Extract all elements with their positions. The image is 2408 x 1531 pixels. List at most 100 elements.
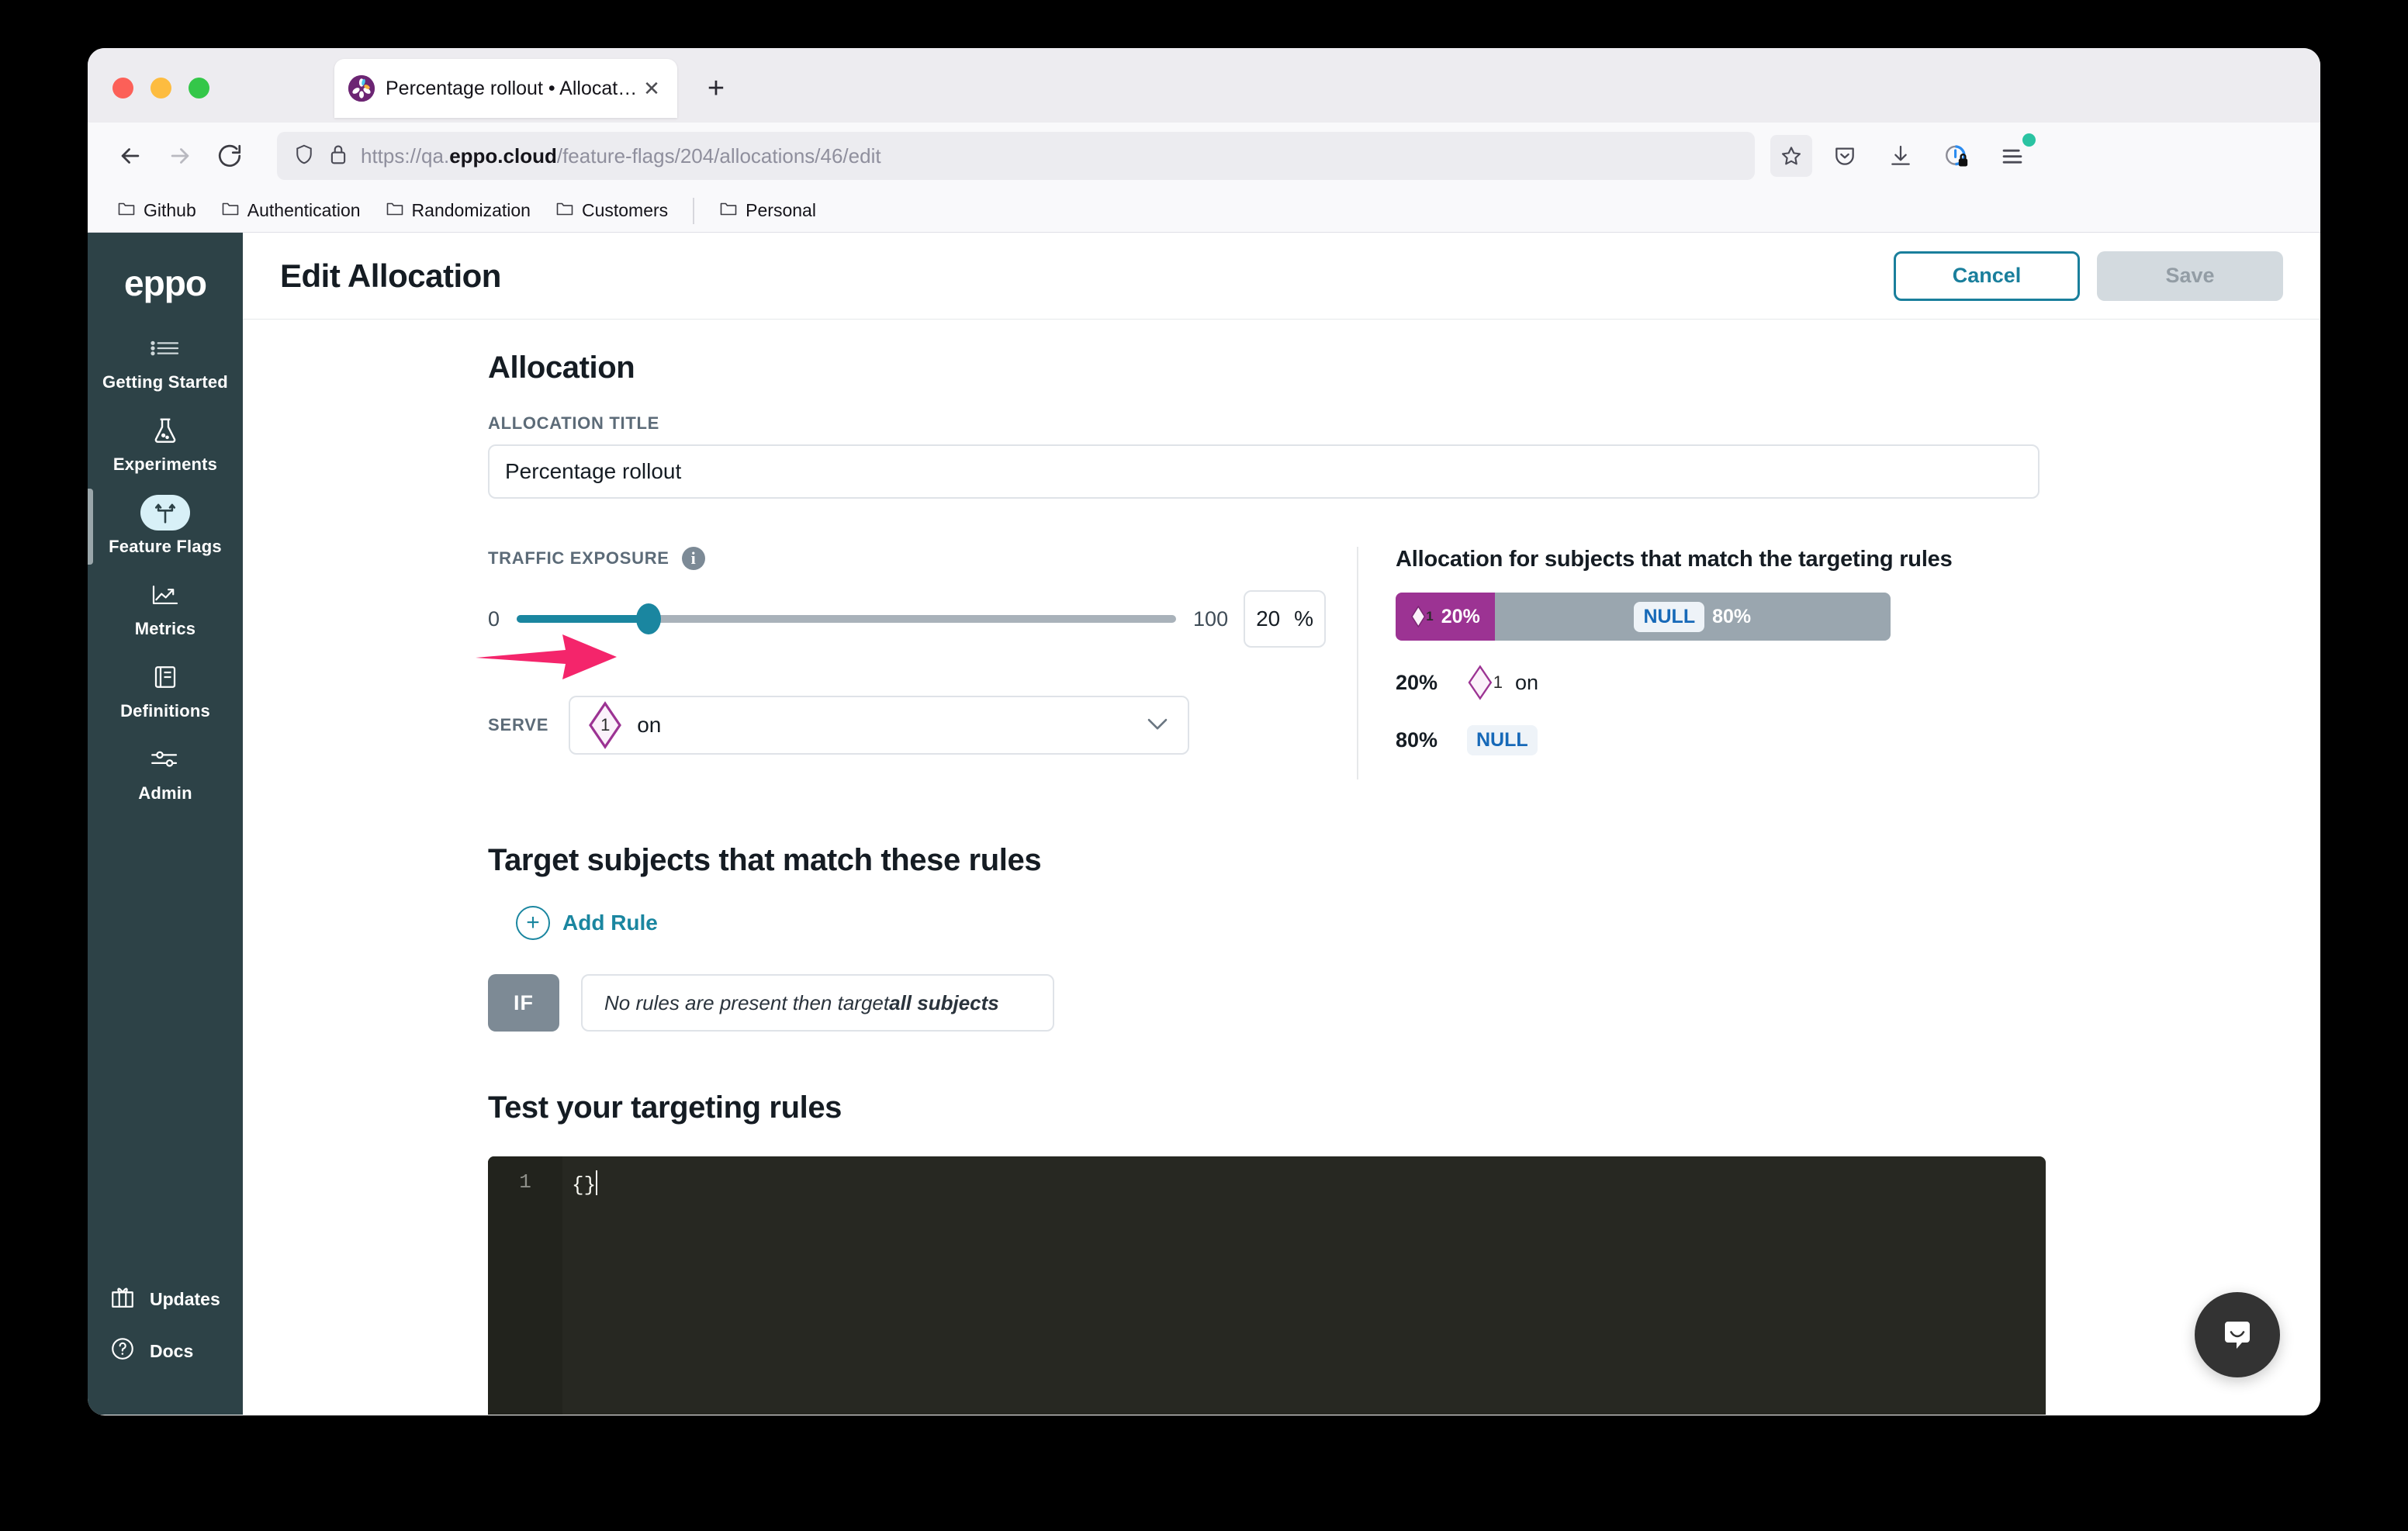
legend-variant-on: 1 on — [1467, 658, 1538, 707]
bookmark-star-icon[interactable] — [1770, 135, 1812, 177]
download-icon[interactable] — [1880, 136, 1921, 176]
save-button[interactable]: Save — [2097, 251, 2283, 301]
allocation-title-input[interactable]: Percentage rollout — [488, 444, 2040, 499]
allocation-segment-on: 1 20% — [1396, 593, 1495, 641]
toolbar-actions — [1825, 133, 2036, 176]
address-bar[interactable]: https://qa.eppo.cloud/feature-flags/204/… — [277, 132, 1755, 180]
sidebar-item-experiments[interactable]: Experiments — [88, 403, 243, 486]
serve-select[interactable]: 1 on — [569, 696, 1190, 755]
add-rule-button[interactable]: + Add Rule — [516, 906, 2063, 940]
legend-variant-null: NULL — [1467, 724, 1538, 755]
legend-row: 80% NULL — [1396, 718, 2063, 762]
sidebar-item-admin[interactable]: Admin — [88, 732, 243, 814]
add-rule-label: Add Rule — [562, 911, 658, 935]
text-cursor — [596, 1170, 598, 1195]
forward-icon[interactable] — [157, 133, 202, 178]
sidebar-item-docs[interactable]: Docs — [88, 1325, 243, 1377]
back-icon[interactable] — [108, 133, 153, 178]
bookmark-authentication[interactable]: Authentication — [212, 195, 370, 226]
account-privacy-icon[interactable] — [1936, 136, 1977, 176]
page-header: Edit Allocation Cancel Save — [243, 233, 2320, 320]
sidebar-item-label: Metrics — [134, 619, 196, 638]
info-icon[interactable]: i — [681, 547, 705, 570]
bookmark-label: Authentication — [247, 200, 361, 220]
editor-code-text: {} — [572, 1173, 597, 1197]
sidebar-item-updates[interactable]: Updates — [88, 1274, 243, 1325]
slider-thumb[interactable] — [636, 603, 662, 634]
traffic-exposure-slider[interactable] — [517, 603, 1177, 634]
bookmark-label: Customers — [581, 200, 669, 220]
allocation-title-field: ALLOCATION TITLE Percentage rollout — [488, 413, 2063, 499]
serve-row: SERVE 1 on — [488, 696, 1326, 755]
chat-bubble-icon — [2225, 1322, 2250, 1349]
browser-window: Percentage rollout • Allocation ✕ + http… — [88, 48, 2320, 1415]
sliders-icon — [140, 741, 190, 777]
bookmark-label: Randomization — [411, 200, 531, 220]
url-text: https://qa.eppo.cloud/feature-flags/204/… — [361, 143, 881, 168]
percent-sign: % — [1294, 607, 1313, 631]
json-code-editor[interactable]: 1 {} — [488, 1156, 2046, 1415]
variant-diamond-icon: 1 — [1467, 658, 1503, 707]
bookmark-label: Personal — [746, 200, 816, 220]
pocket-save-icon[interactable] — [1825, 136, 1865, 176]
bookmark-customers[interactable]: Customers — [546, 195, 677, 226]
legend-percent: 80% — [1396, 727, 1438, 752]
null-chip: NULL — [1634, 601, 1705, 632]
question-circle-icon — [109, 1336, 136, 1367]
cancel-button[interactable]: Cancel — [1894, 251, 2080, 301]
if-chip: IF — [488, 974, 559, 1032]
bookmarks-divider — [693, 197, 695, 224]
window-traffic-lights — [112, 78, 209, 98]
editor-code[interactable]: {} — [562, 1156, 2046, 1415]
folder-icon — [117, 200, 136, 222]
segment-percent: 80% — [1712, 605, 1752, 627]
test-section-title: Test your targeting rules — [488, 1090, 842, 1125]
bookmark-personal[interactable]: Personal — [710, 195, 825, 226]
gift-icon — [109, 1284, 136, 1314]
close-icon[interactable]: ✕ — [640, 77, 663, 100]
legend-percent: 20% — [1396, 670, 1438, 694]
chevron-down-icon[interactable] — [1144, 715, 1171, 736]
sidebar-item-definitions[interactable]: Definitions — [88, 650, 243, 732]
close-window-button[interactable] — [112, 78, 133, 98]
bookmark-randomization[interactable]: Randomization — [376, 195, 540, 226]
bookmark-label: Github — [144, 200, 196, 220]
shield-icon[interactable] — [292, 143, 316, 170]
browser-toolbar: https://qa.eppo.cloud/feature-flags/204/… — [88, 123, 2320, 189]
targeting-rules-section: Target subjects that match these rules +… — [488, 843, 2063, 1032]
traffic-exposure-percent-input[interactable]: 20 % — [1244, 590, 1326, 648]
segment-percent: 20% — [1441, 605, 1480, 627]
folder-icon — [555, 200, 574, 222]
minimize-window-button[interactable] — [150, 78, 171, 98]
new-tab-button[interactable]: + — [699, 71, 733, 105]
plus-circle-icon: + — [516, 906, 550, 940]
intercom-chat-launcher[interactable] — [2195, 1292, 2280, 1377]
variant-number: 1 — [600, 715, 611, 734]
sidebar-item-getting-started[interactable]: Getting Started — [88, 321, 243, 403]
serve-value: on — [637, 713, 662, 737]
folder-icon — [386, 200, 404, 222]
traffic-exposure-label-row: TRAFFIC EXPOSURE i — [488, 547, 1326, 570]
null-chip: NULL — [1467, 724, 1538, 755]
allocation-section-title: Allocation — [488, 351, 635, 385]
sidebar-bottom-label: Updates — [150, 1288, 220, 1309]
app-root: eppo Getting Started Experiments Feature… — [88, 233, 2320, 1415]
app-menu-icon[interactable] — [1992, 133, 2036, 176]
reload-icon[interactable] — [207, 133, 252, 178]
bookmarks-bar: Github Authentication Randomization Cust… — [88, 189, 2320, 233]
allocation-distribution-bar: 1 20% NULL 80% — [1396, 593, 1891, 641]
lock-icon[interactable] — [328, 143, 348, 170]
sidebar-item-metrics[interactable]: Metrics — [88, 568, 243, 650]
variant-number: 1 — [1493, 672, 1503, 692]
sidebar-item-feature-flags[interactable]: Feature Flags — [88, 486, 243, 568]
list-icon — [140, 330, 190, 366]
browser-tab[interactable]: Percentage rollout • Allocation ✕ — [334, 59, 677, 118]
bookmark-github[interactable]: Github — [108, 195, 206, 226]
legend-name: on — [1515, 670, 1539, 694]
update-badge-dot — [2022, 133, 2036, 147]
allocation-preview-title: Allocation for subjects that match the t… — [1396, 547, 1953, 572]
maximize-window-button[interactable] — [189, 78, 209, 98]
rules-section-title: Target subjects that match these rules — [488, 843, 1042, 877]
browser-titlebar: Percentage rollout • Allocation ✕ + — [88, 48, 2320, 123]
eppo-logo[interactable]: eppo — [88, 251, 243, 321]
